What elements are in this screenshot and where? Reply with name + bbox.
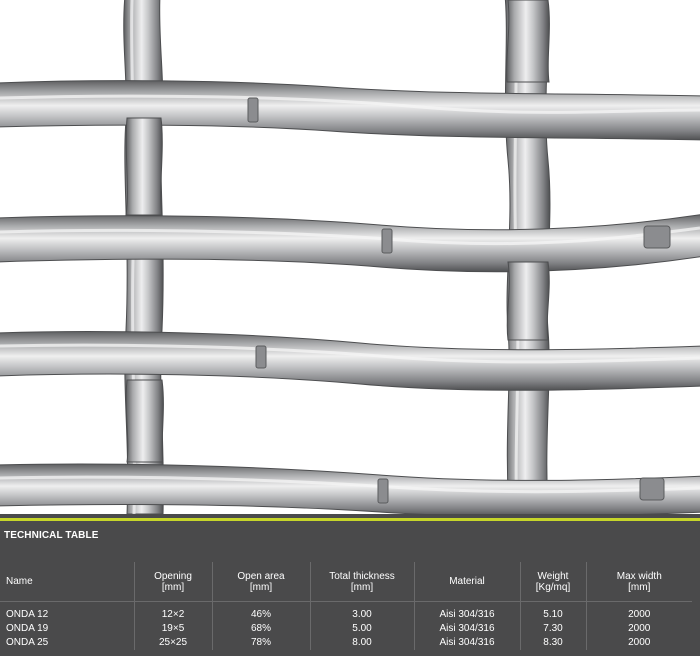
cell-max-width: 2000 xyxy=(628,609,651,620)
cell-open-area: 78% xyxy=(212,636,311,650)
table-title: TECHNICAL TABLE xyxy=(4,530,99,541)
cell-total-thickness: 3.00 xyxy=(310,601,415,622)
cell-name: ONDA 12 xyxy=(0,601,135,622)
cell-max-width: 2000 xyxy=(628,637,651,648)
header-opening: Opening [mm] xyxy=(134,562,213,602)
cell-total-thickness: 8.00 xyxy=(310,636,415,650)
cell-opening: 19×5 xyxy=(134,622,213,636)
cell-weight: 7.30 xyxy=(520,622,587,636)
cell-max-width: 2000 xyxy=(628,623,651,634)
cell-name: ONDA 19 xyxy=(0,622,135,636)
technical-table-panel: TECHNICAL TABLE Name Opening [mm] Open ar… xyxy=(0,514,700,656)
header-weight: Weight [Kg/mq] xyxy=(520,562,587,602)
cell-weight: 5.10 xyxy=(520,601,587,622)
header-material: Material xyxy=(414,562,521,602)
cell-weight: 8.30 xyxy=(520,636,587,650)
header-open-area: Open area [mm] xyxy=(212,562,311,602)
cell-name: ONDA 25 xyxy=(0,636,135,650)
header-name: Name xyxy=(0,562,135,602)
header-total-thickness: Total thickness [mm] xyxy=(310,562,415,602)
header-max-width: Max width [mm] xyxy=(586,562,692,602)
technical-table: Name Opening [mm] Open area [mm] Total thi… xyxy=(0,562,692,650)
cell-material: Aisi 304/316 xyxy=(414,622,521,636)
wire-mesh-photo xyxy=(0,0,700,514)
cell-open-area: 68% xyxy=(212,622,311,636)
table-row: ONDA 12 12×2 46% 3.00 Aisi 304/316 5.10 … xyxy=(0,601,692,622)
cell-material: Aisi 304/316 xyxy=(414,636,521,650)
table-row: ONDA 25 25×25 78% 8.00 Aisi 304/316 8.30… xyxy=(0,636,692,650)
table-row: ONDA 19 19×5 68% 5.00 Aisi 304/316 7.30 … xyxy=(0,622,692,636)
table-header-row: Name Opening [mm] Open area [mm] Total thi… xyxy=(0,562,692,602)
product-page: TECHNICAL TABLE Name Opening [mm] Open ar… xyxy=(0,0,700,656)
accent-line xyxy=(0,518,700,521)
cell-total-thickness: 5.00 xyxy=(310,622,415,636)
cell-material: Aisi 304/316 xyxy=(414,601,521,622)
cell-opening: 25×25 xyxy=(134,636,213,650)
cell-opening: 12×2 xyxy=(134,601,213,622)
cell-open-area: 46% xyxy=(212,601,311,622)
